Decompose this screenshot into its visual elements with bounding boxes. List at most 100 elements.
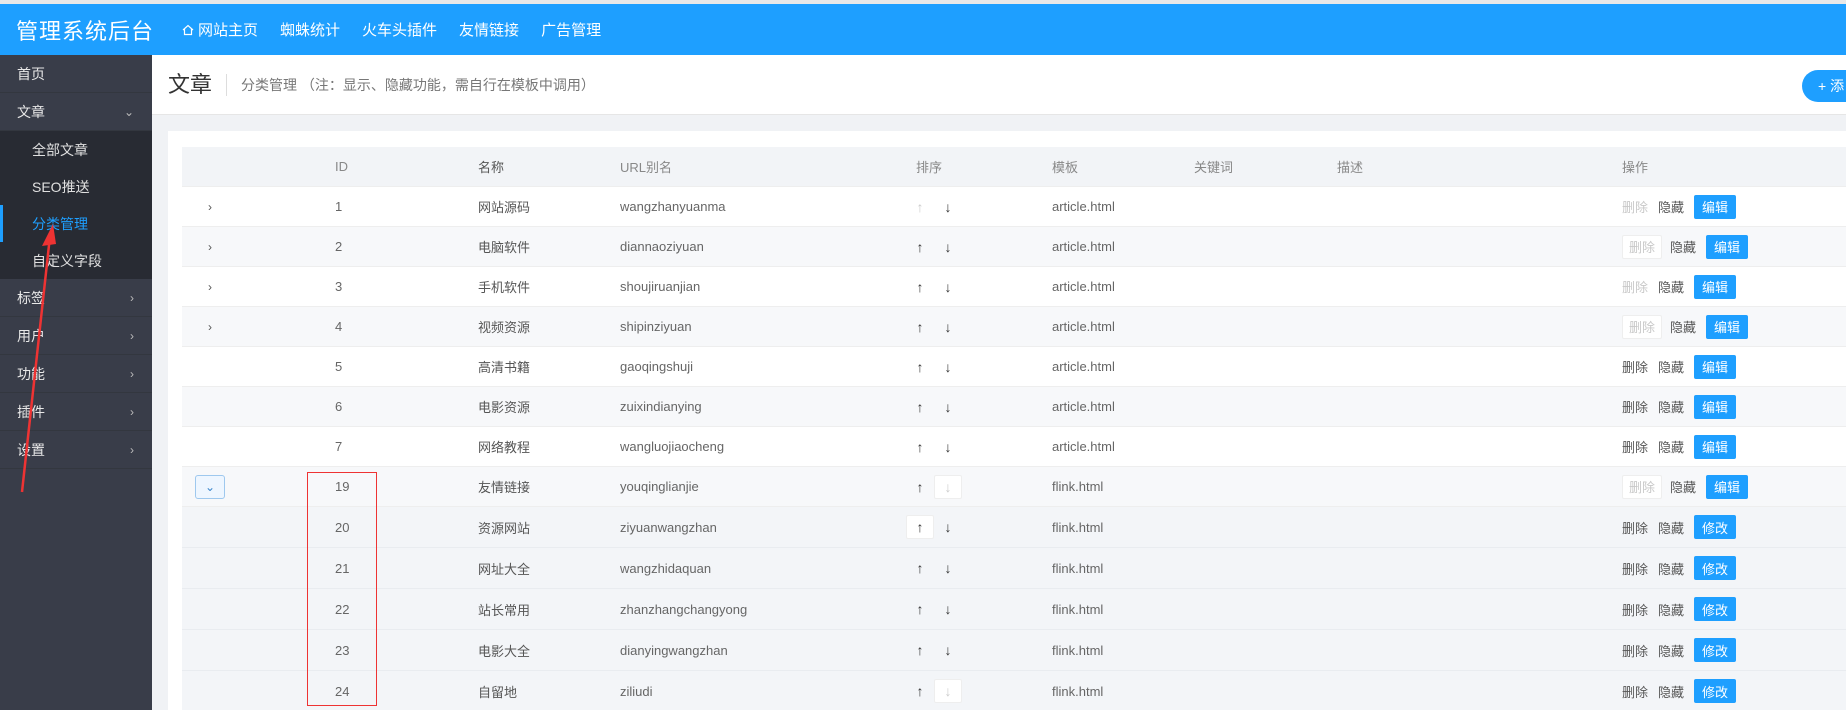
hide-button[interactable]: 隐藏 — [1658, 556, 1684, 580]
delete-button[interactable]: 删除 — [1622, 195, 1648, 219]
sidebar-item-settings[interactable]: 设置 › — [0, 431, 152, 469]
arrow-down-icon[interactable]: ↓ — [934, 395, 962, 419]
hide-button[interactable]: 隐藏 — [1658, 395, 1684, 419]
arrow-down-icon[interactable]: ↓ — [934, 597, 962, 621]
delete-button[interactable]: 删除 — [1622, 638, 1648, 662]
arrow-up-icon[interactable]: ↑ — [906, 597, 934, 621]
delete-button[interactable]: 删除 — [1622, 275, 1648, 299]
sidebar-item-features[interactable]: 功能 › — [0, 355, 152, 393]
delete-button[interactable]: 删除 — [1622, 314, 1663, 339]
arrow-down-icon[interactable]: ↓ — [934, 556, 962, 580]
cell-id: 20 — [335, 519, 350, 535]
delete-button[interactable]: 删除 — [1622, 556, 1648, 580]
arrow-down-icon[interactable]: ↓ — [934, 315, 962, 339]
delete-button[interactable]: 删除 — [1622, 395, 1648, 419]
arrow-up-icon[interactable]: ↑ — [906, 475, 934, 499]
chevron-right-icon[interactable]: › — [195, 275, 225, 299]
delete-button[interactable]: 删除 — [1622, 474, 1663, 499]
chevron-right-icon[interactable]: › — [195, 235, 225, 259]
edit-button[interactable]: 编辑 — [1694, 434, 1737, 459]
hide-button[interactable]: 隐藏 — [1658, 597, 1684, 621]
arrow-up-icon[interactable]: ↑ — [906, 395, 934, 419]
delete-button[interactable]: 删除 — [1622, 355, 1648, 379]
nav-ad-management[interactable]: 广告管理 — [541, 19, 601, 40]
sidebar-subitem-category-management[interactable]: 分类管理 — [0, 205, 152, 242]
hide-button[interactable]: 隐藏 — [1670, 235, 1696, 259]
delete-button[interactable]: 删除 — [1622, 679, 1648, 703]
delete-button[interactable]: 删除 — [1622, 234, 1663, 259]
hide-button[interactable]: 隐藏 — [1670, 475, 1696, 499]
sidebar-item-article[interactable]: 文章 ⌄ — [0, 93, 152, 131]
arrow-up-icon[interactable]: ↑ — [906, 275, 934, 299]
arrow-down-icon[interactable]: ↓ — [934, 195, 962, 219]
sidebar-item-users[interactable]: 用户 › — [0, 317, 152, 355]
cell-name: 电脑软件 — [478, 240, 531, 255]
arrow-down-icon[interactable]: ↓ — [934, 435, 962, 459]
cell-template: article.html — [1052, 359, 1115, 374]
sidebar-item-home[interactable]: 首页 — [0, 55, 152, 93]
modify-button[interactable]: 修改 — [1694, 638, 1737, 662]
edit-button[interactable]: 编辑 — [1706, 474, 1749, 499]
sidebar-item-tags[interactable]: 标签 › — [0, 279, 152, 317]
cell-template: flink.html — [1052, 683, 1104, 699]
cell-name: 自留地 — [478, 684, 518, 700]
sidebar-subitem-custom-fields[interactable]: 自定义字段 — [0, 242, 152, 279]
arrow-up-icon[interactable]: ↑ — [906, 355, 934, 379]
arrow-up-icon[interactable]: ↑ — [906, 235, 934, 259]
chevron-down-icon[interactable]: ⌄ — [195, 474, 225, 499]
edit-button[interactable]: 编辑 — [1694, 394, 1737, 419]
edit-button[interactable]: 编辑 — [1694, 354, 1737, 379]
chevron-right-icon: › — [130, 290, 134, 305]
edit-button[interactable]: 编辑 — [1706, 314, 1749, 339]
hide-button[interactable]: 隐藏 — [1658, 515, 1684, 539]
row-actions: 删除 隐藏 修改 — [1622, 589, 1737, 629]
modify-button[interactable]: 修改 — [1694, 597, 1737, 621]
chevron-right-icon[interactable]: › — [195, 315, 225, 339]
hide-button[interactable]: 隐藏 — [1658, 638, 1684, 662]
modify-button[interactable]: 修改 — [1694, 556, 1737, 580]
edit-button[interactable]: 编辑 — [1694, 274, 1737, 299]
arrow-down-icon[interactable]: ↓ — [934, 515, 962, 539]
arrow-down-icon[interactable]: ↓ — [934, 235, 962, 259]
sort-controls: ↑ ↓ — [906, 227, 962, 266]
sidebar-subitem-all-articles[interactable]: 全部文章 — [0, 131, 152, 168]
arrow-down-icon[interactable]: ↓ — [934, 638, 962, 662]
arrow-down-icon[interactable]: ↓ — [934, 355, 962, 379]
chevron-right-icon[interactable]: › — [195, 195, 225, 219]
delete-button[interactable]: 删除 — [1622, 515, 1648, 539]
delete-button[interactable]: 删除 — [1622, 597, 1648, 621]
nav-spider-stats[interactable]: 蜘蛛统计 — [280, 19, 340, 40]
arrow-up-icon[interactable]: ↑ — [906, 315, 934, 339]
nav-friend-links[interactable]: 友情链接 — [459, 19, 519, 40]
hide-button[interactable]: 隐藏 — [1670, 315, 1696, 339]
arrow-up-icon[interactable]: ↑ — [906, 679, 934, 703]
modify-button[interactable]: 修改 — [1694, 679, 1737, 703]
arrow-up-icon[interactable]: ↑ — [906, 556, 934, 580]
hide-button[interactable]: 隐藏 — [1658, 435, 1684, 459]
page-title: 文章 — [168, 73, 228, 96]
delete-button[interactable]: 删除 — [1622, 435, 1648, 459]
home-icon — [182, 24, 194, 35]
cell-template: flink.html — [1052, 642, 1104, 658]
hide-button[interactable]: 隐藏 — [1658, 679, 1684, 703]
modify-button[interactable]: 修改 — [1694, 515, 1737, 539]
edit-button[interactable]: 编辑 — [1706, 234, 1749, 259]
hide-button[interactable]: 隐藏 — [1658, 275, 1684, 299]
nav-locomotive-plugin[interactable]: 火车头插件 — [362, 19, 437, 40]
arrow-up-icon[interactable]: ↑ — [906, 195, 934, 219]
hide-button[interactable]: 隐藏 — [1658, 195, 1684, 219]
nav-home[interactable]: 网站主页 — [182, 19, 258, 40]
edit-button[interactable]: 编辑 — [1694, 194, 1737, 219]
arrow-up-icon[interactable]: ↑ — [906, 638, 934, 662]
arrow-down-icon[interactable]: ↓ — [934, 679, 962, 703]
arrow-up-icon[interactable]: ↑ — [906, 435, 934, 459]
sort-controls: ↑ ↓ — [906, 387, 962, 426]
arrow-up-icon[interactable]: ↑ — [906, 515, 934, 539]
add-category-button[interactable]: + 添 — [1802, 70, 1846, 102]
hide-button[interactable]: 隐藏 — [1658, 355, 1684, 379]
arrow-down-icon[interactable]: ↓ — [934, 474, 962, 499]
arrow-down-icon[interactable]: ↓ — [934, 275, 962, 299]
sidebar-subitem-seo-push[interactable]: SEO推送 — [0, 168, 152, 205]
cell-template: article.html — [1052, 279, 1115, 294]
sidebar-item-plugins[interactable]: 插件 › — [0, 393, 152, 431]
